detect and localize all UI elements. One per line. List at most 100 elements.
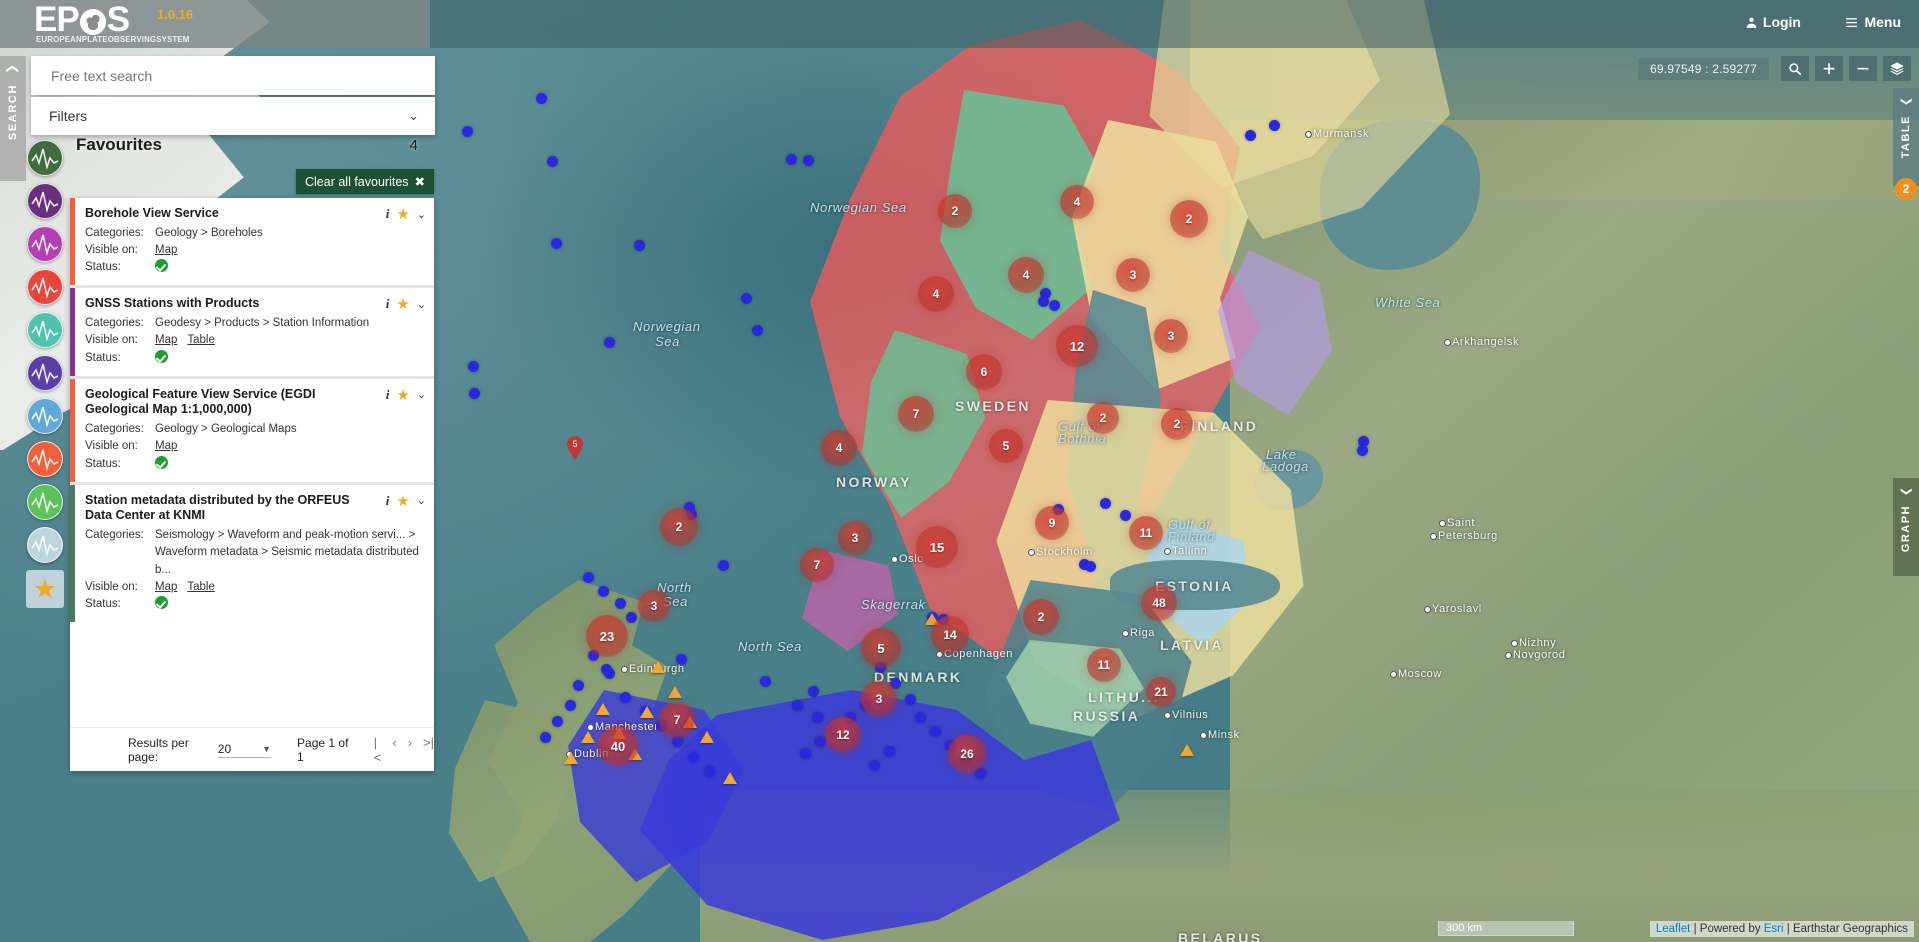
map-cluster-marker[interactable]: 12 bbox=[1056, 325, 1098, 367]
map-cluster-marker[interactable]: 6 bbox=[966, 354, 1002, 390]
map-cluster-marker[interactable]: 3 bbox=[638, 590, 670, 622]
favourite-card-actions[interactable]: i ★ ⌄ bbox=[386, 295, 426, 313]
map-station-marker[interactable] bbox=[547, 156, 558, 167]
chevron-down-icon[interactable]: ⌄ bbox=[417, 208, 426, 221]
map-station-marker[interactable] bbox=[930, 726, 941, 737]
rail-item-volcano-observations[interactable] bbox=[27, 269, 63, 305]
map-search-button[interactable] bbox=[1781, 56, 1809, 81]
map-cluster-marker[interactable]: 4 bbox=[918, 276, 954, 312]
map-station-marker[interactable] bbox=[752, 325, 763, 336]
map-station-marker[interactable] bbox=[604, 337, 615, 348]
login-button[interactable]: Login bbox=[1745, 14, 1801, 30]
rail-item-multi-scale-laboratories[interactable] bbox=[27, 226, 63, 262]
previous-page-button[interactable]: ‹ bbox=[392, 735, 396, 765]
visible-on-table-link[interactable]: Table bbox=[187, 334, 215, 346]
zoom-in-button[interactable]: + bbox=[1815, 56, 1843, 81]
map-station-marker[interactable] bbox=[786, 154, 797, 165]
table-panel-toggle[interactable]: ❮ TABLE bbox=[1893, 88, 1919, 186]
map-station-marker[interactable] bbox=[1085, 561, 1096, 572]
map-cluster-marker[interactable]: 23 bbox=[586, 615, 628, 657]
favourite-card[interactable]: Station metadata distributed by the ORFE… bbox=[70, 484, 434, 623]
rail-item-anthropogenic-hazards[interactable] bbox=[27, 183, 63, 219]
favourite-card[interactable]: Borehole View Service Categories: Geology … bbox=[70, 198, 434, 289]
star-icon[interactable]: ★ bbox=[396, 492, 409, 510]
map-cluster-marker[interactable]: 2 bbox=[1170, 200, 1208, 238]
visible-on-map-link[interactable]: Map bbox=[155, 334, 177, 346]
map-station-marker[interactable] bbox=[536, 93, 547, 104]
favourite-card-actions[interactable]: i ★ ⌄ bbox=[386, 386, 426, 404]
chevron-down-icon[interactable]: ⌄ bbox=[417, 298, 426, 311]
map-borehole-marker[interactable] bbox=[651, 661, 665, 673]
map-station-marker[interactable] bbox=[634, 240, 645, 251]
map-cluster-marker[interactable]: 4 bbox=[1060, 185, 1094, 219]
map-station-marker[interactable] bbox=[1269, 120, 1280, 131]
map-cluster-marker[interactable]: 11 bbox=[1087, 648, 1121, 682]
pagination-controls[interactable]: |< ‹ › >| bbox=[374, 735, 434, 765]
logo-block[interactable]: EP S EUROPEANPLATEOBSERVINGSYSTEM 1.0.16 bbox=[0, 0, 430, 48]
map-station-marker[interactable] bbox=[812, 712, 823, 723]
clear-all-favourites-button[interactable]: Clear all favourites ✖ bbox=[296, 169, 434, 194]
map-station-marker[interactable] bbox=[469, 388, 480, 399]
map-cluster-marker[interactable]: 40 bbox=[598, 726, 638, 766]
map-cluster-marker[interactable]: 11 bbox=[1129, 516, 1163, 550]
map-station-marker[interactable] bbox=[1245, 130, 1256, 141]
map-station-marker[interactable] bbox=[462, 126, 473, 137]
map-station-marker[interactable] bbox=[869, 760, 880, 771]
chevron-down-icon[interactable]: ⌄ bbox=[417, 494, 426, 507]
visible-on-table-link[interactable]: Table bbox=[187, 581, 215, 593]
leaflet-link[interactable]: Leaflet bbox=[1656, 923, 1691, 935]
map-station-marker[interactable] bbox=[792, 700, 803, 711]
map-borehole-marker[interactable] bbox=[723, 772, 737, 784]
free-text-search-box[interactable] bbox=[31, 56, 435, 95]
favourite-card[interactable]: GNSS Stations with Products Categories: Ge… bbox=[70, 288, 434, 379]
map-layers-button[interactable] bbox=[1883, 56, 1911, 81]
map-cluster-marker[interactable]: 5 bbox=[861, 628, 901, 668]
next-page-button[interactable]: › bbox=[408, 735, 412, 765]
menu-button[interactable]: Menu bbox=[1844, 14, 1901, 30]
results-per-page-select[interactable]: 20 ▼ bbox=[217, 742, 272, 758]
map-station-marker[interactable] bbox=[552, 716, 563, 727]
map-cluster-marker[interactable]: 14 bbox=[931, 616, 969, 654]
map-station-marker[interactable] bbox=[741, 293, 752, 304]
map-station-marker[interactable] bbox=[718, 560, 729, 571]
map-borehole-marker[interactable] bbox=[640, 706, 654, 718]
rail-item-geomagnetic-observations[interactable] bbox=[27, 355, 63, 391]
map-cluster-pin[interactable]: 5 bbox=[566, 436, 584, 460]
esri-link[interactable]: Esri bbox=[1764, 923, 1784, 935]
map-station-marker[interactable] bbox=[551, 238, 562, 249]
map-station-marker[interactable] bbox=[573, 680, 584, 691]
chevron-down-icon[interactable]: ⌄ bbox=[417, 388, 426, 401]
zoom-out-button[interactable]: − bbox=[1849, 56, 1877, 81]
visible-on-map-link[interactable]: Map bbox=[155, 581, 177, 593]
map-cluster-marker[interactable]: 7 bbox=[659, 702, 695, 738]
map-station-marker[interactable] bbox=[601, 664, 612, 675]
first-page-button[interactable]: |< bbox=[374, 735, 382, 765]
rail-item-seismology[interactable] bbox=[27, 140, 63, 176]
last-page-button[interactable]: >| bbox=[423, 735, 434, 765]
map-station-marker[interactable] bbox=[808, 686, 819, 697]
map-cluster-marker[interactable]: 15 bbox=[916, 526, 958, 568]
map-cluster-marker[interactable]: 48 bbox=[1141, 585, 1177, 621]
map-cluster-marker[interactable]: 3 bbox=[861, 681, 897, 717]
rail-item-tsunami[interactable] bbox=[27, 441, 63, 477]
visible-on-map-link[interactable]: Map bbox=[155, 244, 177, 256]
map-cluster-marker[interactable]: 5 bbox=[989, 429, 1023, 463]
map-borehole-marker[interactable] bbox=[1180, 744, 1194, 756]
map-cluster-marker[interactable]: 2 bbox=[660, 508, 698, 546]
map-borehole-marker[interactable] bbox=[668, 686, 682, 698]
map-station-marker[interactable] bbox=[598, 586, 609, 597]
rail-item-favourites[interactable]: ★ bbox=[26, 570, 64, 608]
map-borehole-marker[interactable] bbox=[596, 703, 610, 715]
map-station-marker[interactable] bbox=[620, 692, 631, 703]
map-cluster-marker[interactable]: 21 bbox=[1146, 677, 1176, 707]
map-cluster-marker[interactable]: 3 bbox=[838, 521, 872, 555]
filters-accordion[interactable]: Filters ⌄ bbox=[31, 97, 435, 135]
map-station-marker[interactable] bbox=[884, 746, 895, 757]
map-station-marker[interactable] bbox=[1049, 300, 1060, 311]
map-cluster-marker[interactable]: 26 bbox=[948, 735, 986, 773]
map-cluster-marker[interactable]: 2 bbox=[1087, 402, 1119, 434]
map-cluster-marker[interactable]: 2 bbox=[1161, 408, 1193, 440]
domain-icon-rail[interactable]: ★ bbox=[26, 140, 64, 615]
star-icon[interactable]: ★ bbox=[396, 295, 409, 313]
info-icon[interactable]: i bbox=[386, 296, 390, 312]
